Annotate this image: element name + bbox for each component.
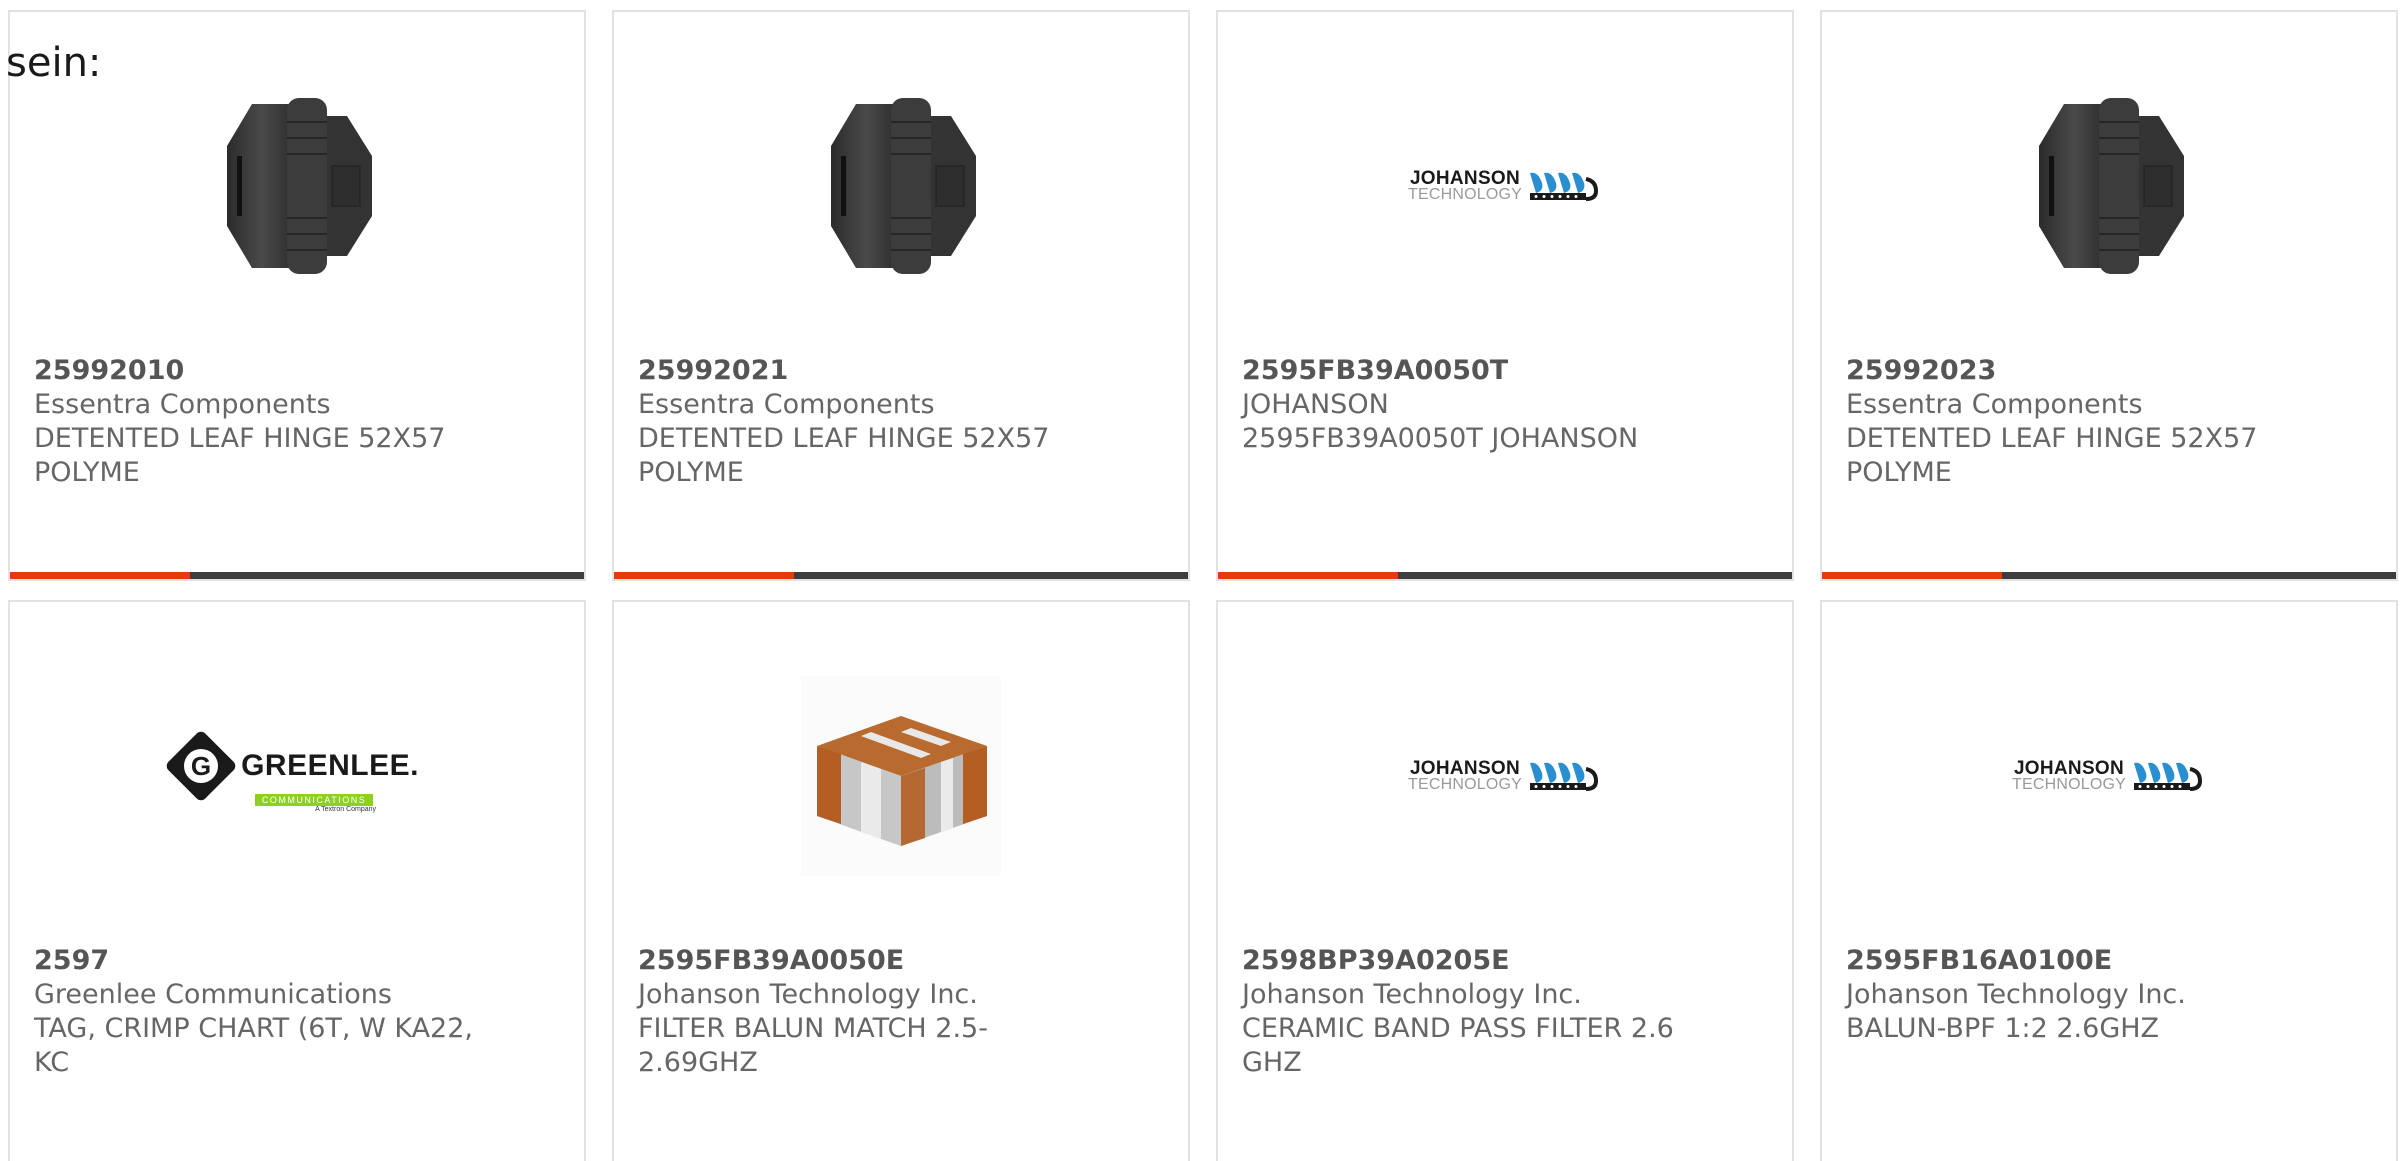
greenlee-logo-sub: A Textron Company xyxy=(315,805,377,813)
product-info: 25992023 Essentra Components DETENTED LE… xyxy=(1846,354,2286,490)
product-info: 25992010 Essentra Components DETENTED LE… xyxy=(34,354,474,490)
johanson-logo: JOHANSON TECHNOLOGY xyxy=(2012,759,2206,793)
product-image[interactable]: JOHANSON TECHNOLOGY xyxy=(1218,656,1792,896)
greenlee-logo: G GREENLEE. COMMUNICATIONS A Textron Com… xyxy=(164,728,419,813)
part-number[interactable]: 25992021 xyxy=(638,354,1078,388)
manufacturer: Essentra Components xyxy=(1846,389,2143,420)
greenlee-logo-band: COMMUNICATIONS xyxy=(255,793,374,806)
card-bottom-bar xyxy=(10,572,584,579)
description: BALUN-BPF 1:2 2.6GHZ xyxy=(1846,1013,2160,1044)
product-image[interactable] xyxy=(614,656,1188,896)
manufacturer: Johanson Technology Inc. xyxy=(638,979,978,1010)
johanson-wave-icon xyxy=(1530,762,1599,791)
product-card[interactable]: JOHANSON TECHNOLOGY 2595FB16A0100E Johan… xyxy=(1820,600,2398,1161)
card-accent-bar xyxy=(1822,572,2002,579)
description: TAG, CRIMP CHART (6T, W KA22, KC xyxy=(34,1013,474,1078)
product-image[interactable] xyxy=(10,66,584,306)
manufacturer: Essentra Components xyxy=(638,389,935,420)
manufacturer: Johanson Technology Inc. xyxy=(1846,979,2186,1010)
description: DETENTED LEAF HINGE 52X57 POLYME xyxy=(1846,423,2258,488)
part-number[interactable]: 2595FB39A0050T xyxy=(1242,354,1682,388)
description: DETENTED LEAF HINGE 52X57 POLYME xyxy=(638,423,1050,488)
johanson-wave-icon xyxy=(2134,762,2203,791)
hinge-image xyxy=(227,98,372,274)
intro-text: sein: xyxy=(6,40,102,86)
johanson-logo-line2: TECHNOLOGY xyxy=(1407,776,1522,793)
card-bottom-bar xyxy=(1822,572,2396,579)
johanson-logo: JOHANSON TECHNOLOGY xyxy=(1408,169,1602,203)
product-image[interactable]: JOHANSON TECHNOLOGY xyxy=(1218,66,1792,306)
part-number[interactable]: 2598BP39A0205E xyxy=(1242,944,1682,978)
card-bottom-bar xyxy=(1218,572,1792,579)
hinge-image xyxy=(831,98,976,274)
part-number[interactable]: 25992023 xyxy=(1846,354,2286,388)
part-number[interactable]: 2597 xyxy=(34,944,474,978)
product-info: 2597 Greenlee Communications TAG, CRIMP … xyxy=(34,944,474,1080)
manufacturer: Johanson Technology Inc. xyxy=(1242,979,1582,1010)
product-info: 2595FB39A0050E Johanson Technology Inc. … xyxy=(638,944,1078,1080)
card-accent-bar xyxy=(10,572,190,579)
card-accent-bar xyxy=(1218,572,1398,579)
hinge-image xyxy=(2039,98,2184,274)
product-image[interactable] xyxy=(1822,66,2396,306)
manufacturer: JOHANSON xyxy=(1242,389,1389,420)
product-image[interactable]: JOHANSON TECHNOLOGY xyxy=(1822,656,2396,896)
chip-component-image xyxy=(801,676,1001,876)
product-info: 2595FB39A0050T JOHANSON 2595FB39A0050T J… xyxy=(1242,354,1682,456)
manufacturer: Essentra Components xyxy=(34,389,331,420)
part-number[interactable]: 2595FB16A0100E xyxy=(1846,944,2286,978)
description: FILTER BALUN MATCH 2.5-2.69GHZ xyxy=(638,1013,988,1078)
johanson-wave-icon xyxy=(1530,172,1599,201)
card-accent-bar xyxy=(614,572,794,579)
product-info: 25992021 Essentra Components DETENTED LE… xyxy=(638,354,1078,490)
product-card[interactable]: G GREENLEE. COMMUNICATIONS A Textron Com… xyxy=(8,600,586,1161)
product-card[interactable]: 25992023 Essentra Components DETENTED LE… xyxy=(1820,10,2398,581)
product-image[interactable] xyxy=(614,66,1188,306)
product-card[interactable]: 25992021 Essentra Components DETENTED LE… xyxy=(612,10,1190,581)
greenlee-g-icon: G xyxy=(164,728,238,803)
johanson-logo-line2: TECHNOLOGY xyxy=(1407,186,1522,203)
product-info: 2598BP39A0205E Johanson Technology Inc. … xyxy=(1242,944,1682,1080)
product-image[interactable]: G GREENLEE. COMMUNICATIONS A Textron Com… xyxy=(10,656,584,896)
part-number[interactable]: 25992010 xyxy=(34,354,474,388)
product-card[interactable]: JOHANSON TECHNOLOGY 2595FB39A0050T JOHAN… xyxy=(1216,10,1794,581)
product-card[interactable]: 2595FB39A0050E Johanson Technology Inc. … xyxy=(612,600,1190,1161)
product-info: 2595FB16A0100E Johanson Technology Inc. … xyxy=(1846,944,2286,1046)
part-number[interactable]: 2595FB39A0050E xyxy=(638,944,1078,978)
product-grid: 25992010 Essentra Components DETENTED LE… xyxy=(8,10,2398,1161)
card-bottom-bar xyxy=(614,572,1188,579)
johanson-logo: JOHANSON TECHNOLOGY xyxy=(1408,759,1602,793)
description: 2595FB39A0050T JOHANSON xyxy=(1242,423,1639,454)
johanson-logo-line2: TECHNOLOGY xyxy=(2011,776,2126,793)
manufacturer: Greenlee Communications xyxy=(34,979,392,1010)
description: DETENTED LEAF HINGE 52X57 POLYME xyxy=(34,423,446,488)
product-results-page: sein: 25992010 Essentra Components DETEN… xyxy=(0,0,2400,1161)
product-card[interactable]: JOHANSON TECHNOLOGY 2598BP39A0205E Johan… xyxy=(1216,600,1794,1161)
greenlee-logo-name: GREENLEE. xyxy=(241,748,419,782)
description: CERAMIC BAND PASS FILTER 2.6 GHZ xyxy=(1242,1013,1674,1078)
product-card[interactable]: 25992010 Essentra Components DETENTED LE… xyxy=(8,10,586,581)
